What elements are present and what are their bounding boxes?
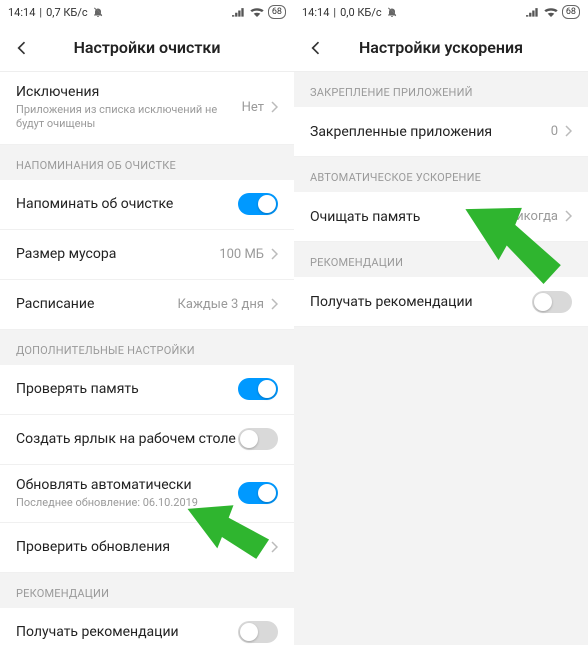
wifi-icon (544, 7, 558, 17)
row-check-memory[interactable]: Проверять память (0, 365, 294, 415)
phone-left: 14:14 | 0,7 КБ/с 68 Настройки очистки Ис… (0, 0, 294, 645)
check-memory-label: Проверять память (16, 381, 238, 397)
remind-toggle[interactable] (238, 193, 278, 215)
check-memory-toggle[interactable] (238, 378, 278, 400)
header: Настройки очистки (0, 24, 294, 72)
section-recs: РЕКОМЕНДАЦИИ (294, 242, 588, 277)
content: Исключения Приложения из списка исключен… (0, 72, 294, 645)
back-button[interactable] (294, 24, 338, 72)
status-divider: | (333, 6, 336, 19)
status-bar: 14:14 | 0,7 КБ/с 68 (0, 0, 294, 24)
chevron-left-icon (12, 38, 32, 58)
schedule-label: Расписание (16, 296, 178, 312)
section-auto: АВТОМАТИЧЕСКОЕ УСКОРЕНИЕ (294, 157, 588, 192)
trash-size-label: Размер мусора (16, 246, 219, 262)
row-remind[interactable]: Напоминать об очистке (0, 180, 294, 230)
auto-update-label: Обновлять автоматически (16, 477, 238, 493)
check-updates-label: Проверить обновления (16, 539, 270, 555)
chevron-right-icon (270, 98, 278, 117)
remind-label: Напоминать об очистке (16, 196, 238, 212)
exclusions-value: Нет (242, 100, 264, 115)
receive-recs-toggle[interactable] (238, 621, 278, 643)
chevron-right-icon (564, 122, 572, 141)
row-schedule[interactable]: Расписание Каждые 3 дня (0, 280, 294, 330)
auto-update-toggle[interactable] (238, 482, 278, 504)
row-trash-size[interactable]: Размер мусора 100 МБ (0, 230, 294, 280)
status-speed: 0,0 КБ/с (340, 6, 382, 19)
status-time: 14:14 (302, 6, 329, 19)
chevron-left-icon (306, 38, 326, 58)
section-reminders: НАПОМИНАНИЯ ОБ ОЧИСТКЕ (0, 145, 294, 180)
status-bar: 14:14 | 0,0 КБ/с 68 (294, 0, 588, 24)
battery-icon: 68 (268, 5, 286, 19)
pinned-apps-label: Закрепленные приложения (310, 124, 551, 140)
row-receive-recs[interactable]: Получать рекомендации (0, 608, 294, 645)
receive-recs-toggle[interactable] (532, 291, 572, 313)
section-pinned: ЗАКРЕПЛЕНИЕ ПРИЛОЖЕНИЙ (294, 72, 588, 107)
clear-memory-value: Никогда (507, 209, 558, 224)
header: Настройки ускорения (294, 24, 588, 72)
phone-right: 14:14 | 0,0 КБ/с 68 Настройки ускорения … (294, 0, 588, 645)
chevron-right-icon (270, 295, 278, 314)
wifi-icon (250, 7, 264, 17)
clear-memory-label: Очищать память (310, 209, 507, 225)
receive-recs-label: Получать рекомендации (310, 294, 532, 310)
row-shortcut[interactable]: Создать ярлык на рабочем столе (0, 415, 294, 465)
trash-size-value: 100 МБ (219, 247, 264, 262)
receive-recs-label: Получать рекомендации (16, 624, 238, 640)
page-title: Настройки ускорения (294, 38, 588, 57)
signal-icon (526, 7, 540, 17)
status-speed: 0,7 КБ/с (46, 6, 88, 19)
schedule-value: Каждые 3 дня (178, 297, 264, 312)
section-extra: ДОПОЛНИТЕЛЬНЫЕ НАСТРОЙКИ (0, 330, 294, 365)
shortcut-label: Создать ярлык на рабочем столе (16, 431, 238, 447)
row-receive-recs[interactable]: Получать рекомендации (294, 277, 588, 327)
auto-update-sublabel: Последнее обновление: 06.10.2019 (16, 496, 238, 510)
dnd-icon (92, 6, 104, 18)
row-auto-update[interactable]: Обновлять автоматически Последнее обновл… (0, 465, 294, 523)
shortcut-toggle[interactable] (238, 428, 278, 450)
row-clear-memory[interactable]: Очищать память Никогда (294, 192, 588, 242)
battery-icon: 68 (562, 5, 580, 19)
exclusions-sublabel: Приложения из списка исключений не будут… (16, 103, 242, 132)
pinned-apps-value: 0 (551, 124, 558, 139)
back-button[interactable] (0, 24, 44, 72)
row-check-updates[interactable]: Проверить обновления (0, 523, 294, 573)
chevron-right-icon (270, 245, 278, 264)
content: ЗАКРЕПЛЕНИЕ ПРИЛОЖЕНИЙ Закрепленные прил… (294, 72, 588, 327)
row-exclusions[interactable]: Исключения Приложения из списка исключен… (0, 72, 294, 145)
signal-icon (232, 7, 246, 17)
chevron-right-icon (564, 207, 572, 226)
page-title: Настройки очистки (0, 38, 294, 57)
row-pinned-apps[interactable]: Закрепленные приложения 0 (294, 107, 588, 157)
status-divider: | (39, 6, 42, 19)
dnd-icon (386, 6, 398, 18)
section-recs: РЕКОМЕНДАЦИИ (0, 573, 294, 608)
status-time: 14:14 (8, 6, 35, 19)
chevron-right-icon (270, 538, 278, 557)
exclusions-label: Исключения (16, 84, 242, 100)
